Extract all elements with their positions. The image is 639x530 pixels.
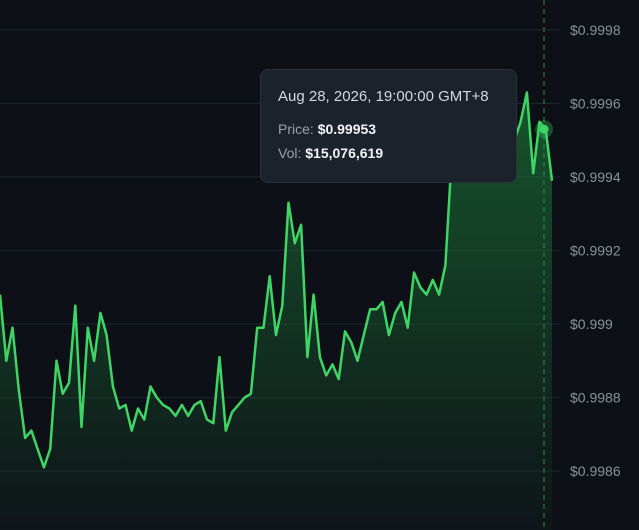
y-tick-label: $0.9992: [570, 243, 621, 259]
y-tick-label: $0.999: [570, 316, 613, 332]
y-tick-label: $0.9994: [570, 169, 621, 185]
tooltip-price-row: Price: $0.99953: [278, 121, 499, 137]
tooltip-date: Aug 28, 2026, 19:00:00 GMT+8: [278, 88, 489, 105]
hover-point: [539, 124, 549, 134]
hover-tooltip: Aug 28, 2026, 19:00:00 GMT+8 Price: $0.9…: [260, 69, 517, 183]
tooltip-price-value: $0.99953: [317, 121, 377, 137]
price-chart[interactable]: $0.9998 $0.9996 $0.9994 $0.9992 $0.999 $0.998…: [0, 0, 639, 530]
y-axis: $0.9998 $0.9996 $0.9994 $0.9992 $0.999 $0.998…: [570, 22, 621, 479]
y-tick-label: $0.9998: [570, 22, 621, 38]
tooltip-vol-label: Vol:: [278, 145, 302, 161]
tooltip-vol-row: Vol: $15,076,619: [278, 145, 499, 161]
tooltip-vol-value: $15,076,619: [305, 145, 384, 161]
y-tick-label: $0.9996: [570, 96, 621, 112]
y-tick-label: $0.9988: [570, 390, 621, 406]
y-tick-label: $0.9986: [570, 463, 621, 479]
tooltip-price-label: Price:: [278, 121, 314, 137]
